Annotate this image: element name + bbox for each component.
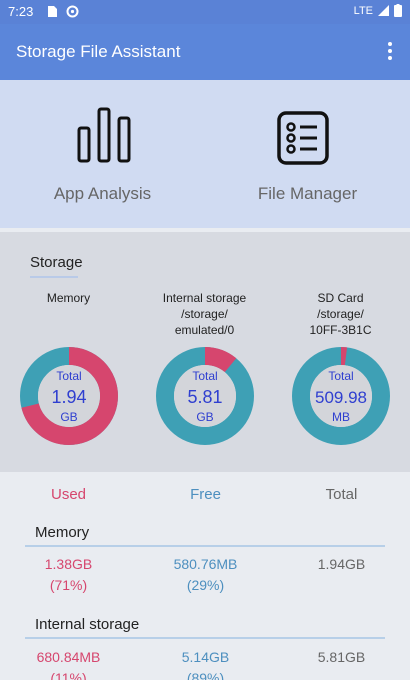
storage-title: Storage: [30, 254, 83, 271]
overflow-menu-icon[interactable]: [384, 42, 396, 62]
internal-free: 5.14GB (89%): [181, 649, 230, 680]
storage-title-underline: [30, 276, 78, 278]
memory-total: 1.94GB: [317, 556, 366, 572]
free-header: Free: [190, 486, 221, 503]
app-analysis-button[interactable]: App Analysis: [0, 80, 205, 228]
app-bar: Storage File Assistant: [0, 24, 410, 80]
total-label: Total: [56, 369, 81, 383]
total-value: 5.81: [187, 387, 222, 407]
internal-used: 680.84MB (11%): [36, 649, 101, 680]
section-divider: [25, 637, 385, 639]
bar-chart-icon: [77, 107, 131, 163]
total-value: 509.98: [315, 388, 367, 407]
gauge-name: Memory: [46, 291, 91, 305]
total-unit: MB: [332, 410, 350, 424]
app-title: Storage File Assistant: [16, 42, 181, 61]
status-bar: 7:23 LTE: [0, 0, 410, 24]
gauge-name: SD Card/storage/10FF-3B1C: [309, 291, 372, 337]
internal-storage-section-title: Internal storage: [35, 616, 140, 633]
status-indicators: LTE: [354, 4, 402, 17]
memory-used: 1.38GB (71%): [44, 556, 93, 593]
memory-section-title: Memory: [35, 524, 90, 541]
total-label: Total: [328, 369, 353, 383]
file-manager-label: File Manager: [257, 184, 358, 203]
total-value: 1.94: [51, 387, 86, 407]
file-list-icon: [277, 111, 329, 165]
app-analysis-label: App Analysis: [53, 184, 152, 203]
sync-icon: [66, 5, 79, 18]
total-header: Total: [325, 486, 358, 503]
internal-total: 5.81GB: [317, 649, 366, 665]
gauge-name: Internal storage/storage/emulated/0: [162, 291, 247, 337]
network-type: LTE: [353, 4, 373, 17]
storage-card: Storage Memory Total 1.94 GB Internal st…: [0, 232, 410, 472]
donut-chart: Total 5.81 GB: [155, 347, 254, 445]
donut-chart: Total 509.98 MB: [291, 347, 390, 445]
file-manager-button[interactable]: File Manager: [205, 80, 410, 228]
used-header: Used: [50, 486, 87, 503]
section-divider: [25, 545, 385, 547]
status-time: 7:23: [8, 4, 34, 19]
sim-card-icon: [48, 6, 57, 17]
sd-card-gauge[interactable]: SD Card/storage/10FF-3B1C Total 509.98 M…: [272, 290, 409, 446]
total-label: Total: [192, 369, 217, 383]
launcher-panel: App Analysis File Manager: [0, 80, 410, 228]
internal-storage-gauge[interactable]: Internal storage/storage/emulated/0 Tota…: [136, 290, 273, 446]
signal-icon: [378, 5, 389, 16]
total-unit: GB: [60, 410, 77, 424]
battery-icon: [394, 4, 402, 17]
memory-gauge[interactable]: Memory Total 1.94 GB: [0, 290, 137, 446]
memory-free: 580.76MB (29%): [173, 556, 238, 593]
donut-chart: Total 1.94 GB: [19, 347, 118, 445]
usage-table: Used Free Total Memory 1.38GB (71%) 580.7…: [0, 472, 410, 680]
total-unit: GB: [196, 410, 213, 424]
